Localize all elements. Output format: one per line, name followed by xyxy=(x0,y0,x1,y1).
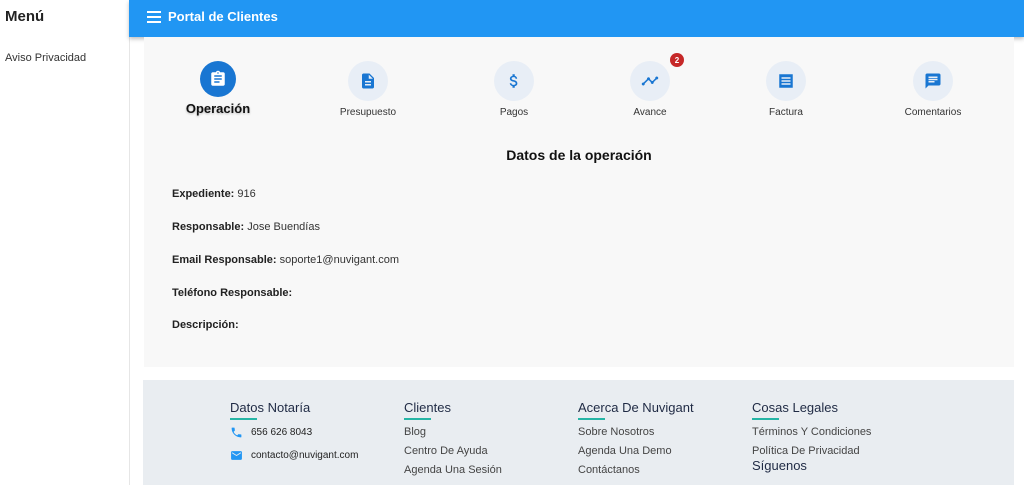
field-responsable: Responsable: Jose Buendías xyxy=(172,221,320,233)
footer-heading: Cosas Legales xyxy=(752,400,838,415)
footer-heading: Clientes xyxy=(404,400,451,415)
field-label: Responsable: xyxy=(172,221,245,233)
heading-underline xyxy=(578,418,605,420)
footer-link-centro-ayuda[interactable]: Centro De Ayuda xyxy=(404,445,574,457)
heading-underline xyxy=(752,418,779,420)
footer-link-blog[interactable]: Blog xyxy=(404,426,574,438)
footer-link-sobre-nosotros[interactable]: Sobre Nosotros xyxy=(578,426,748,438)
step-label: Avance xyxy=(633,107,667,118)
step-avance[interactable]: 2 Avance xyxy=(590,53,710,118)
step-label: Operación xyxy=(185,101,251,116)
footer-col-notaria: Datos Notaría 656 626 8043 contacto@nuvi… xyxy=(230,400,400,472)
field-value: soporte1@nuvigant.com xyxy=(279,254,400,266)
mail-icon xyxy=(231,451,242,460)
step-presupuesto[interactable]: Presupuesto xyxy=(308,61,428,118)
field-expediente: Expediente: 916 xyxy=(172,188,256,200)
field-label: Expediente: xyxy=(172,188,235,200)
footer-col-acerca: Acerca De Nuvigant Sobre Nosotros Agenda… xyxy=(578,400,748,483)
steps-bar: Operación Presupuesto Pagos 2 Avance Fac… xyxy=(144,37,1014,127)
footer-heading: Datos Notaría xyxy=(230,400,311,415)
sidebar-item-aviso-privacidad[interactable]: Aviso Privacidad xyxy=(5,52,86,64)
app-bar: Portal de Clientes xyxy=(129,0,1024,37)
main-content: Operación Presupuesto Pagos 2 Avance Fac… xyxy=(144,37,1014,367)
step-label: Comentarios xyxy=(904,107,962,118)
email-text: contacto@nuvigant.com xyxy=(251,450,359,461)
field-telefono-responsable: Teléfono Responsable: xyxy=(172,287,292,299)
app-title: Portal de Clientes xyxy=(168,9,278,24)
footer-link-agenda-demo[interactable]: Agenda Una Demo xyxy=(578,445,748,457)
trending-icon: 2 xyxy=(630,53,684,101)
footer-phone[interactable]: 656 626 8043 xyxy=(230,426,400,439)
footer-col-legales: Cosas Legales Términos Y Condiciones Pol… xyxy=(752,400,922,473)
footer-subheading-siguenos: Síguenos xyxy=(752,458,807,473)
step-label: Presupuesto xyxy=(339,107,397,118)
footer-link-agenda-sesion[interactable]: Agenda Una Sesión xyxy=(404,464,574,476)
step-label: Pagos xyxy=(499,107,529,118)
footer-heading: Acerca De Nuvigant xyxy=(578,400,694,415)
heading-underline xyxy=(404,418,431,420)
receipt-icon xyxy=(766,61,806,101)
footer-email[interactable]: contacto@nuvigant.com xyxy=(230,449,400,462)
footer-link-contactanos[interactable]: Contáctanos xyxy=(578,464,748,476)
clipboard-icon xyxy=(200,61,236,97)
notification-badge: 2 xyxy=(670,53,684,67)
step-label: Factura xyxy=(769,107,803,118)
step-comentarios[interactable]: Comentarios xyxy=(873,61,993,118)
section-title: Datos de la operación xyxy=(506,147,652,163)
footer: Datos Notaría 656 626 8043 contacto@nuvi… xyxy=(143,380,1014,485)
dollar-icon xyxy=(494,61,534,101)
sidebar: Menú Aviso Privacidad xyxy=(0,0,130,485)
footer-col-clientes: Clientes Blog Centro De Ayuda Agenda Una… xyxy=(404,400,574,483)
phone-text: 656 626 8043 xyxy=(251,427,313,438)
field-value: Jose Buendías xyxy=(247,221,320,233)
hamburger-menu-icon[interactable] xyxy=(147,11,161,23)
step-pagos[interactable]: Pagos xyxy=(454,61,574,118)
field-label: Teléfono Responsable: xyxy=(172,287,293,299)
sidebar-title: Menú xyxy=(5,8,45,25)
phone-icon xyxy=(231,427,242,438)
field-value: 916 xyxy=(237,188,256,200)
step-factura[interactable]: Factura xyxy=(726,61,846,118)
field-email-responsable: Email Responsable: soporte1@nuvigant.com xyxy=(172,254,399,266)
field-descripcion: Descripción: xyxy=(172,319,239,331)
heading-underline xyxy=(230,418,257,420)
field-label: Email Responsable: xyxy=(172,254,277,266)
field-label: Descripción: xyxy=(172,319,239,331)
document-icon xyxy=(348,61,388,101)
footer-link-privacidad[interactable]: Política De Privacidad xyxy=(752,445,922,457)
footer-link-terminos[interactable]: Términos Y Condiciones xyxy=(752,426,922,438)
step-operacion[interactable]: Operación xyxy=(158,61,278,116)
comment-icon xyxy=(913,61,953,101)
